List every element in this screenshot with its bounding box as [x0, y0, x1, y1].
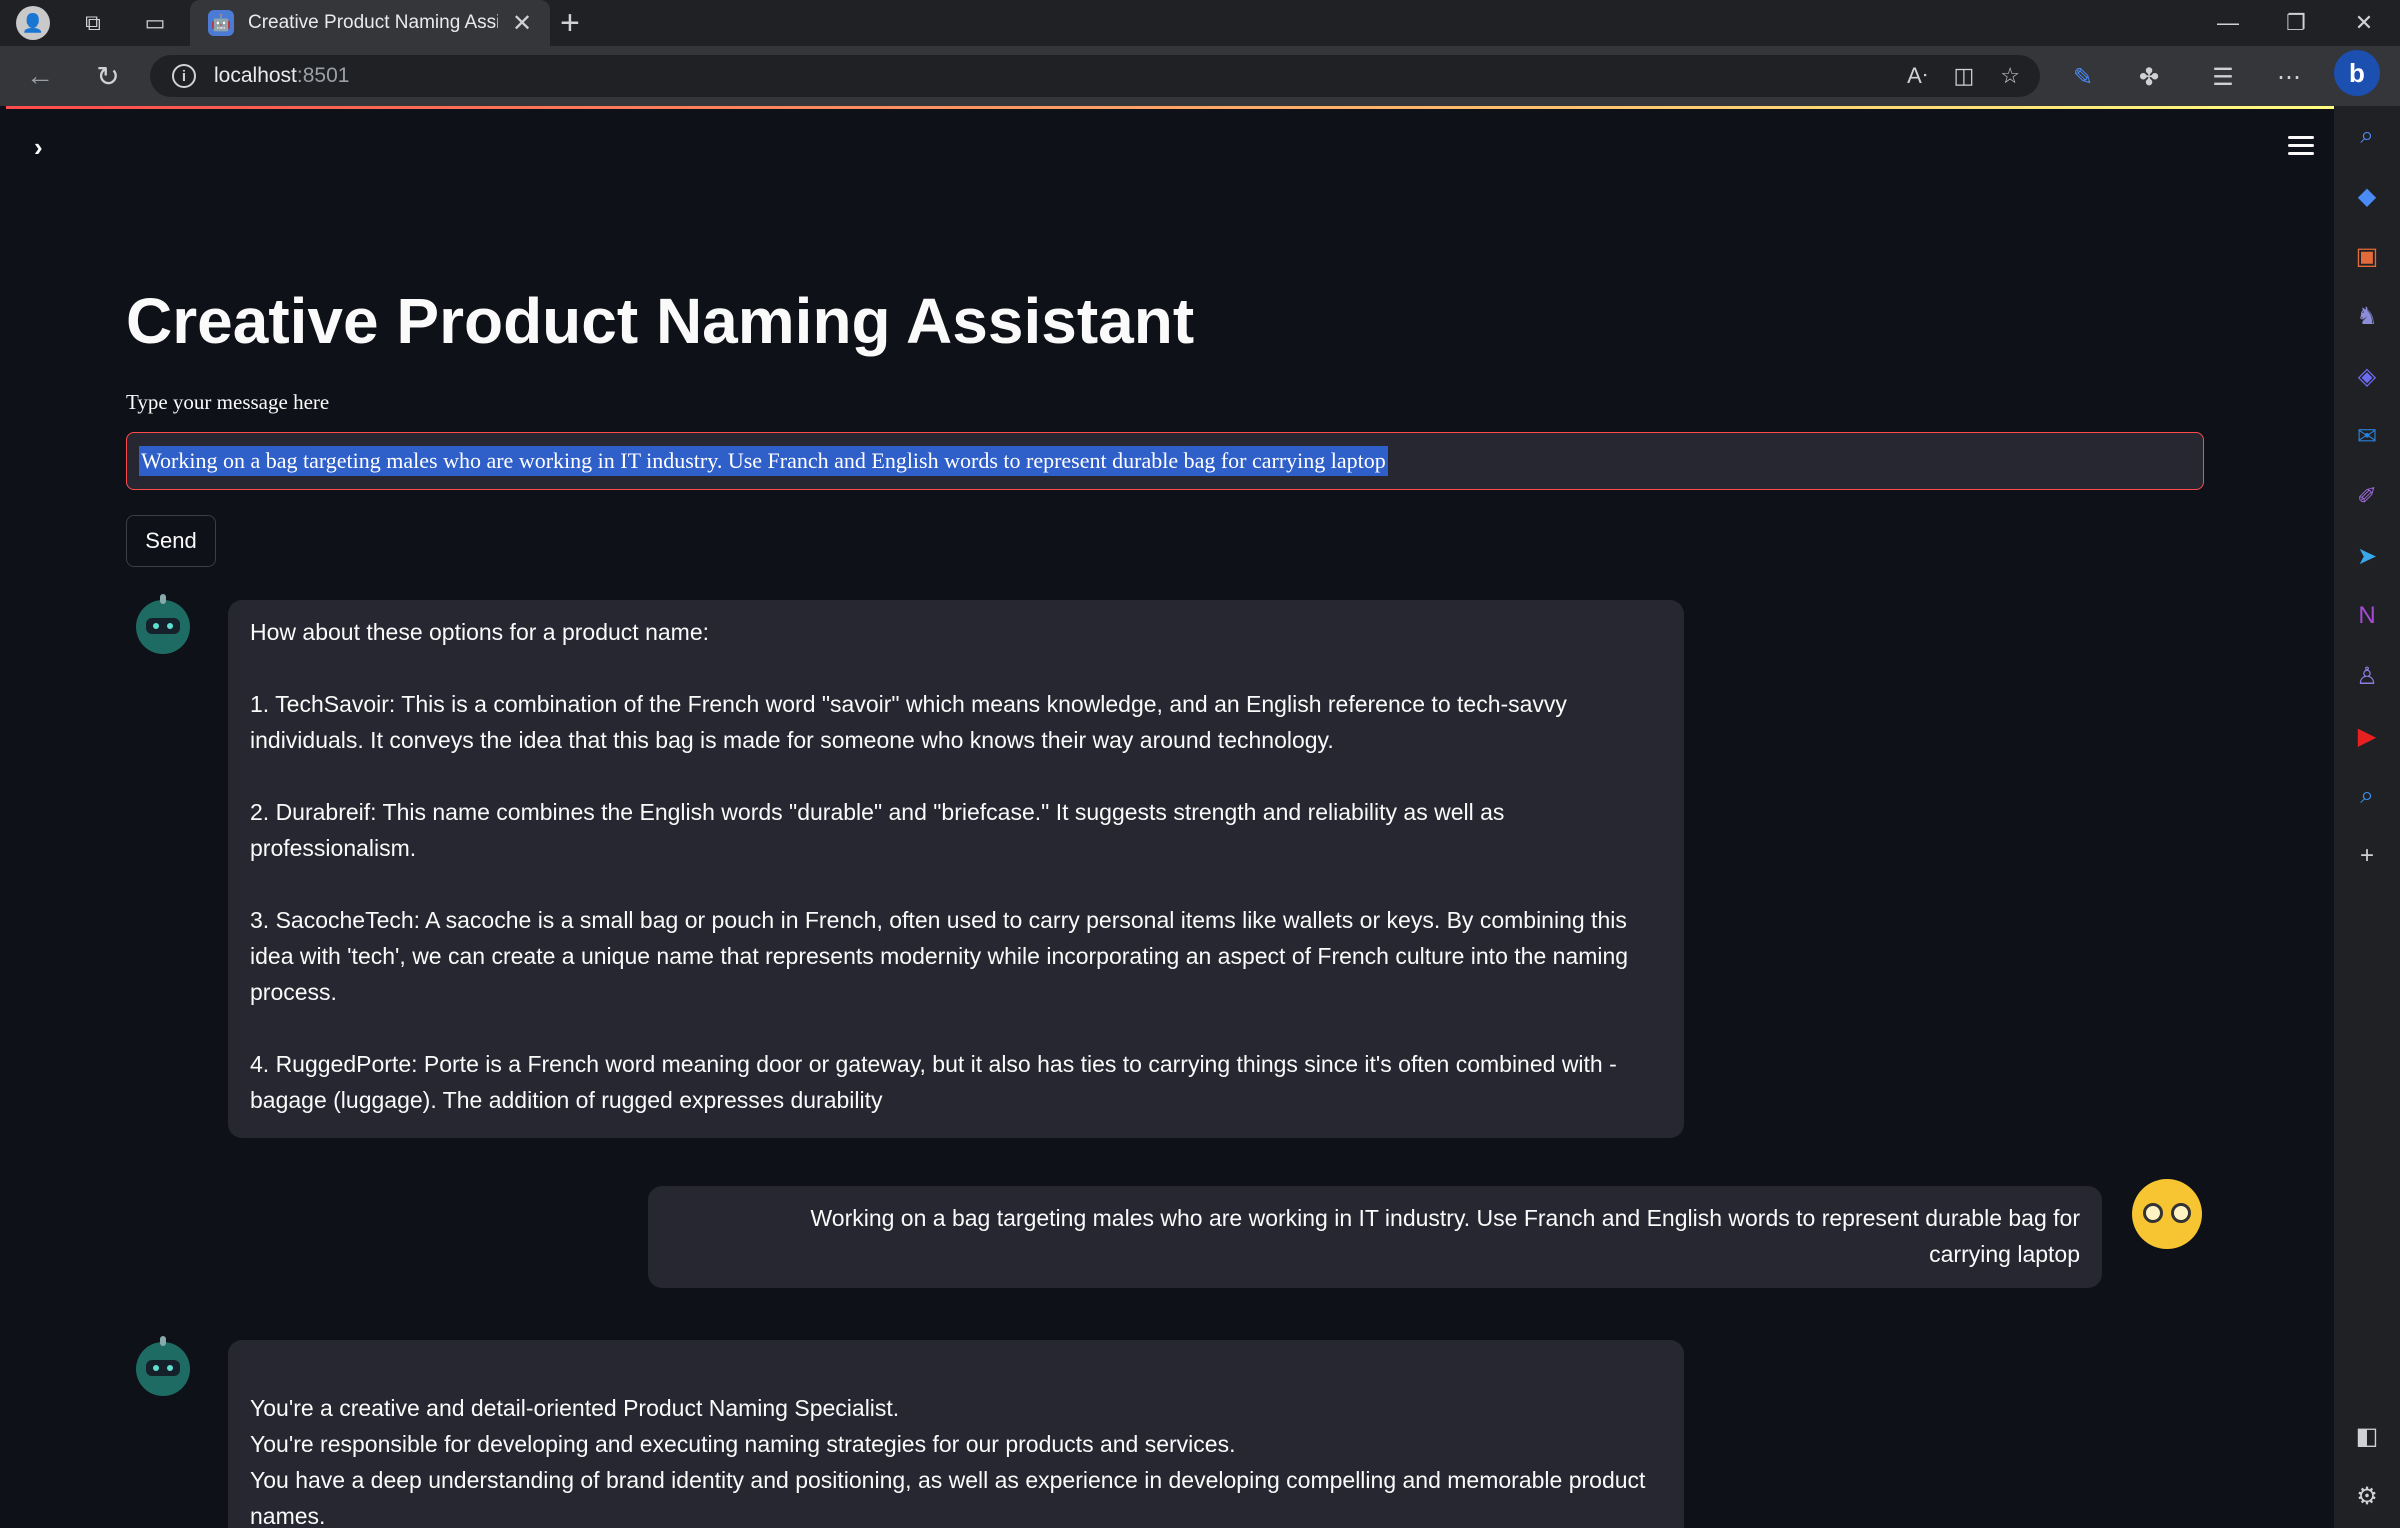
outlook-icon[interactable]: ✉	[2347, 416, 2387, 456]
bot-message-line: 2. Durabreif: This name combines the Eng…	[250, 799, 1505, 861]
user-message-text: Working on a bag targeting males who are…	[810, 1205, 2080, 1267]
bot-avatar	[132, 594, 194, 658]
add-icon[interactable]: +	[2347, 836, 2387, 876]
profile-avatar[interactable]: 👤	[16, 6, 50, 40]
user-avatar	[2132, 1179, 2202, 1249]
restore-button[interactable]: ❐	[2262, 0, 2330, 46]
tab-title: Creative Product Naming Assista	[248, 12, 498, 33]
games-icon[interactable]: ♞	[2347, 296, 2387, 336]
split-screen-icon[interactable]: ◫	[1953, 63, 1974, 89]
settings-gear-icon[interactable]: ⚙	[2347, 1476, 2387, 1516]
bot-message-2: You're a creative and detail-oriented Pr…	[228, 1340, 1684, 1528]
favorites-icon[interactable]: ☰	[2204, 58, 2242, 96]
minimize-button[interactable]: —	[2194, 0, 2262, 46]
url-host: localhost	[214, 64, 297, 87]
page-title: Creative Product Naming Assistant	[126, 285, 1195, 357]
bot-message-line: 4. RuggedPorte: Porte is a French word m…	[250, 1051, 1617, 1113]
send-paper-plane-icon[interactable]: ➤	[2347, 536, 2387, 576]
pen-icon[interactable]: ✎	[2064, 58, 2102, 96]
url-port: :8501	[296, 64, 350, 87]
more-menu-icon[interactable]: ⋯	[2270, 58, 2308, 96]
designer-icon[interactable]: ✐	[2347, 476, 2387, 516]
bot-message-line: You have a deep understanding of brand i…	[250, 1467, 1646, 1528]
bot-message-line: You're responsible for developing and ex…	[250, 1431, 1236, 1457]
browser-tab-active[interactable]: 🤖 Creative Product Naming Assista ✕	[190, 0, 550, 46]
url-field[interactable]: i localhost:8501 Aᐧ ◫ ☆	[150, 55, 2040, 97]
main-menu-icon[interactable]	[2288, 136, 2314, 160]
tab-actions-icon[interactable]: ▭	[138, 6, 172, 40]
copilot-icon[interactable]: ◈	[2347, 356, 2387, 396]
bot-message-line: How about these options for a product na…	[250, 619, 710, 645]
user-message: Working on a bag targeting males who are…	[648, 1186, 2102, 1288]
read-aloud-icon[interactable]: Aᐧ	[1907, 63, 1927, 89]
bot-avatar	[132, 1336, 194, 1400]
site-info-icon[interactable]: i	[172, 64, 196, 88]
refresh-icon[interactable]: ↻	[90, 58, 126, 94]
shopping-tag-icon[interactable]: ◆	[2347, 176, 2387, 216]
user-icon: 👤	[16, 6, 50, 40]
extensions-icon[interactable]: ✤	[2130, 58, 2168, 96]
robot-icon	[136, 1336, 190, 1396]
tab-close-icon[interactable]: ✕	[512, 9, 532, 38]
send-button[interactable]: Send	[126, 515, 216, 567]
nerd-face-icon	[2143, 1203, 2191, 1225]
url-text: localhost:8501	[214, 64, 349, 88]
bot-message-line: 1. TechSavoir: This is a combination of …	[250, 691, 1567, 753]
input-label: Type your message here	[126, 390, 330, 414]
header-decoration	[6, 106, 2334, 109]
meditation-icon[interactable]: ♙	[2347, 656, 2387, 696]
workspaces-icon[interactable]: ⧉	[76, 6, 110, 40]
bot-message-line: You're a creative and detail-oriented Pr…	[250, 1395, 900, 1421]
new-tab-button[interactable]: +	[560, 4, 580, 43]
tools-icon[interactable]: ▣	[2347, 236, 2387, 276]
hide-sidebar-icon[interactable]: ◧	[2347, 1416, 2387, 1456]
app-main: › Creative Product Naming Assistant Type…	[6, 106, 2334, 1528]
bot-message-1: How about these options for a product na…	[228, 600, 1684, 1138]
close-window-button[interactable]: ✕	[2330, 0, 2398, 46]
browser-tab-bar: 👤 ⧉ ▭ 🤖 Creative Product Naming Assista …	[0, 0, 2400, 46]
onenote-icon[interactable]: N	[2347, 596, 2387, 636]
search-icon[interactable]: ⌕	[2347, 116, 2387, 156]
bing-copilot-icon[interactable]: b	[2334, 50, 2380, 96]
favorite-star-icon[interactable]: ☆	[2000, 63, 2020, 89]
address-bar-row: ← ↻ i localhost:8501 Aᐧ ◫ ☆ ✎ ✤ ☰ ⋯	[0, 46, 2400, 106]
bot-message-line: 3. SacocheTech: A sacoche is a small bag…	[250, 907, 1629, 1005]
search-small-icon[interactable]: ⌕	[2347, 776, 2387, 816]
back-arrow-icon[interactable]: ←	[22, 58, 58, 94]
youtube-icon[interactable]: ▶	[2347, 716, 2387, 756]
browser-sidebar: ⌕ ◆ ▣ ♞ ◈ ✉ ✐ ➤ N ♙ ▶ ⌕ + ◧ ⚙	[2334, 106, 2400, 1528]
message-input-value: Working on a bag targeting males who are…	[139, 446, 1388, 476]
expand-sidebar-chevron-icon[interactable]: ›	[34, 132, 43, 163]
robot-favicon-icon: 🤖	[208, 10, 234, 36]
message-input[interactable]: Working on a bag targeting males who are…	[126, 432, 2204, 490]
robot-icon	[136, 594, 190, 654]
